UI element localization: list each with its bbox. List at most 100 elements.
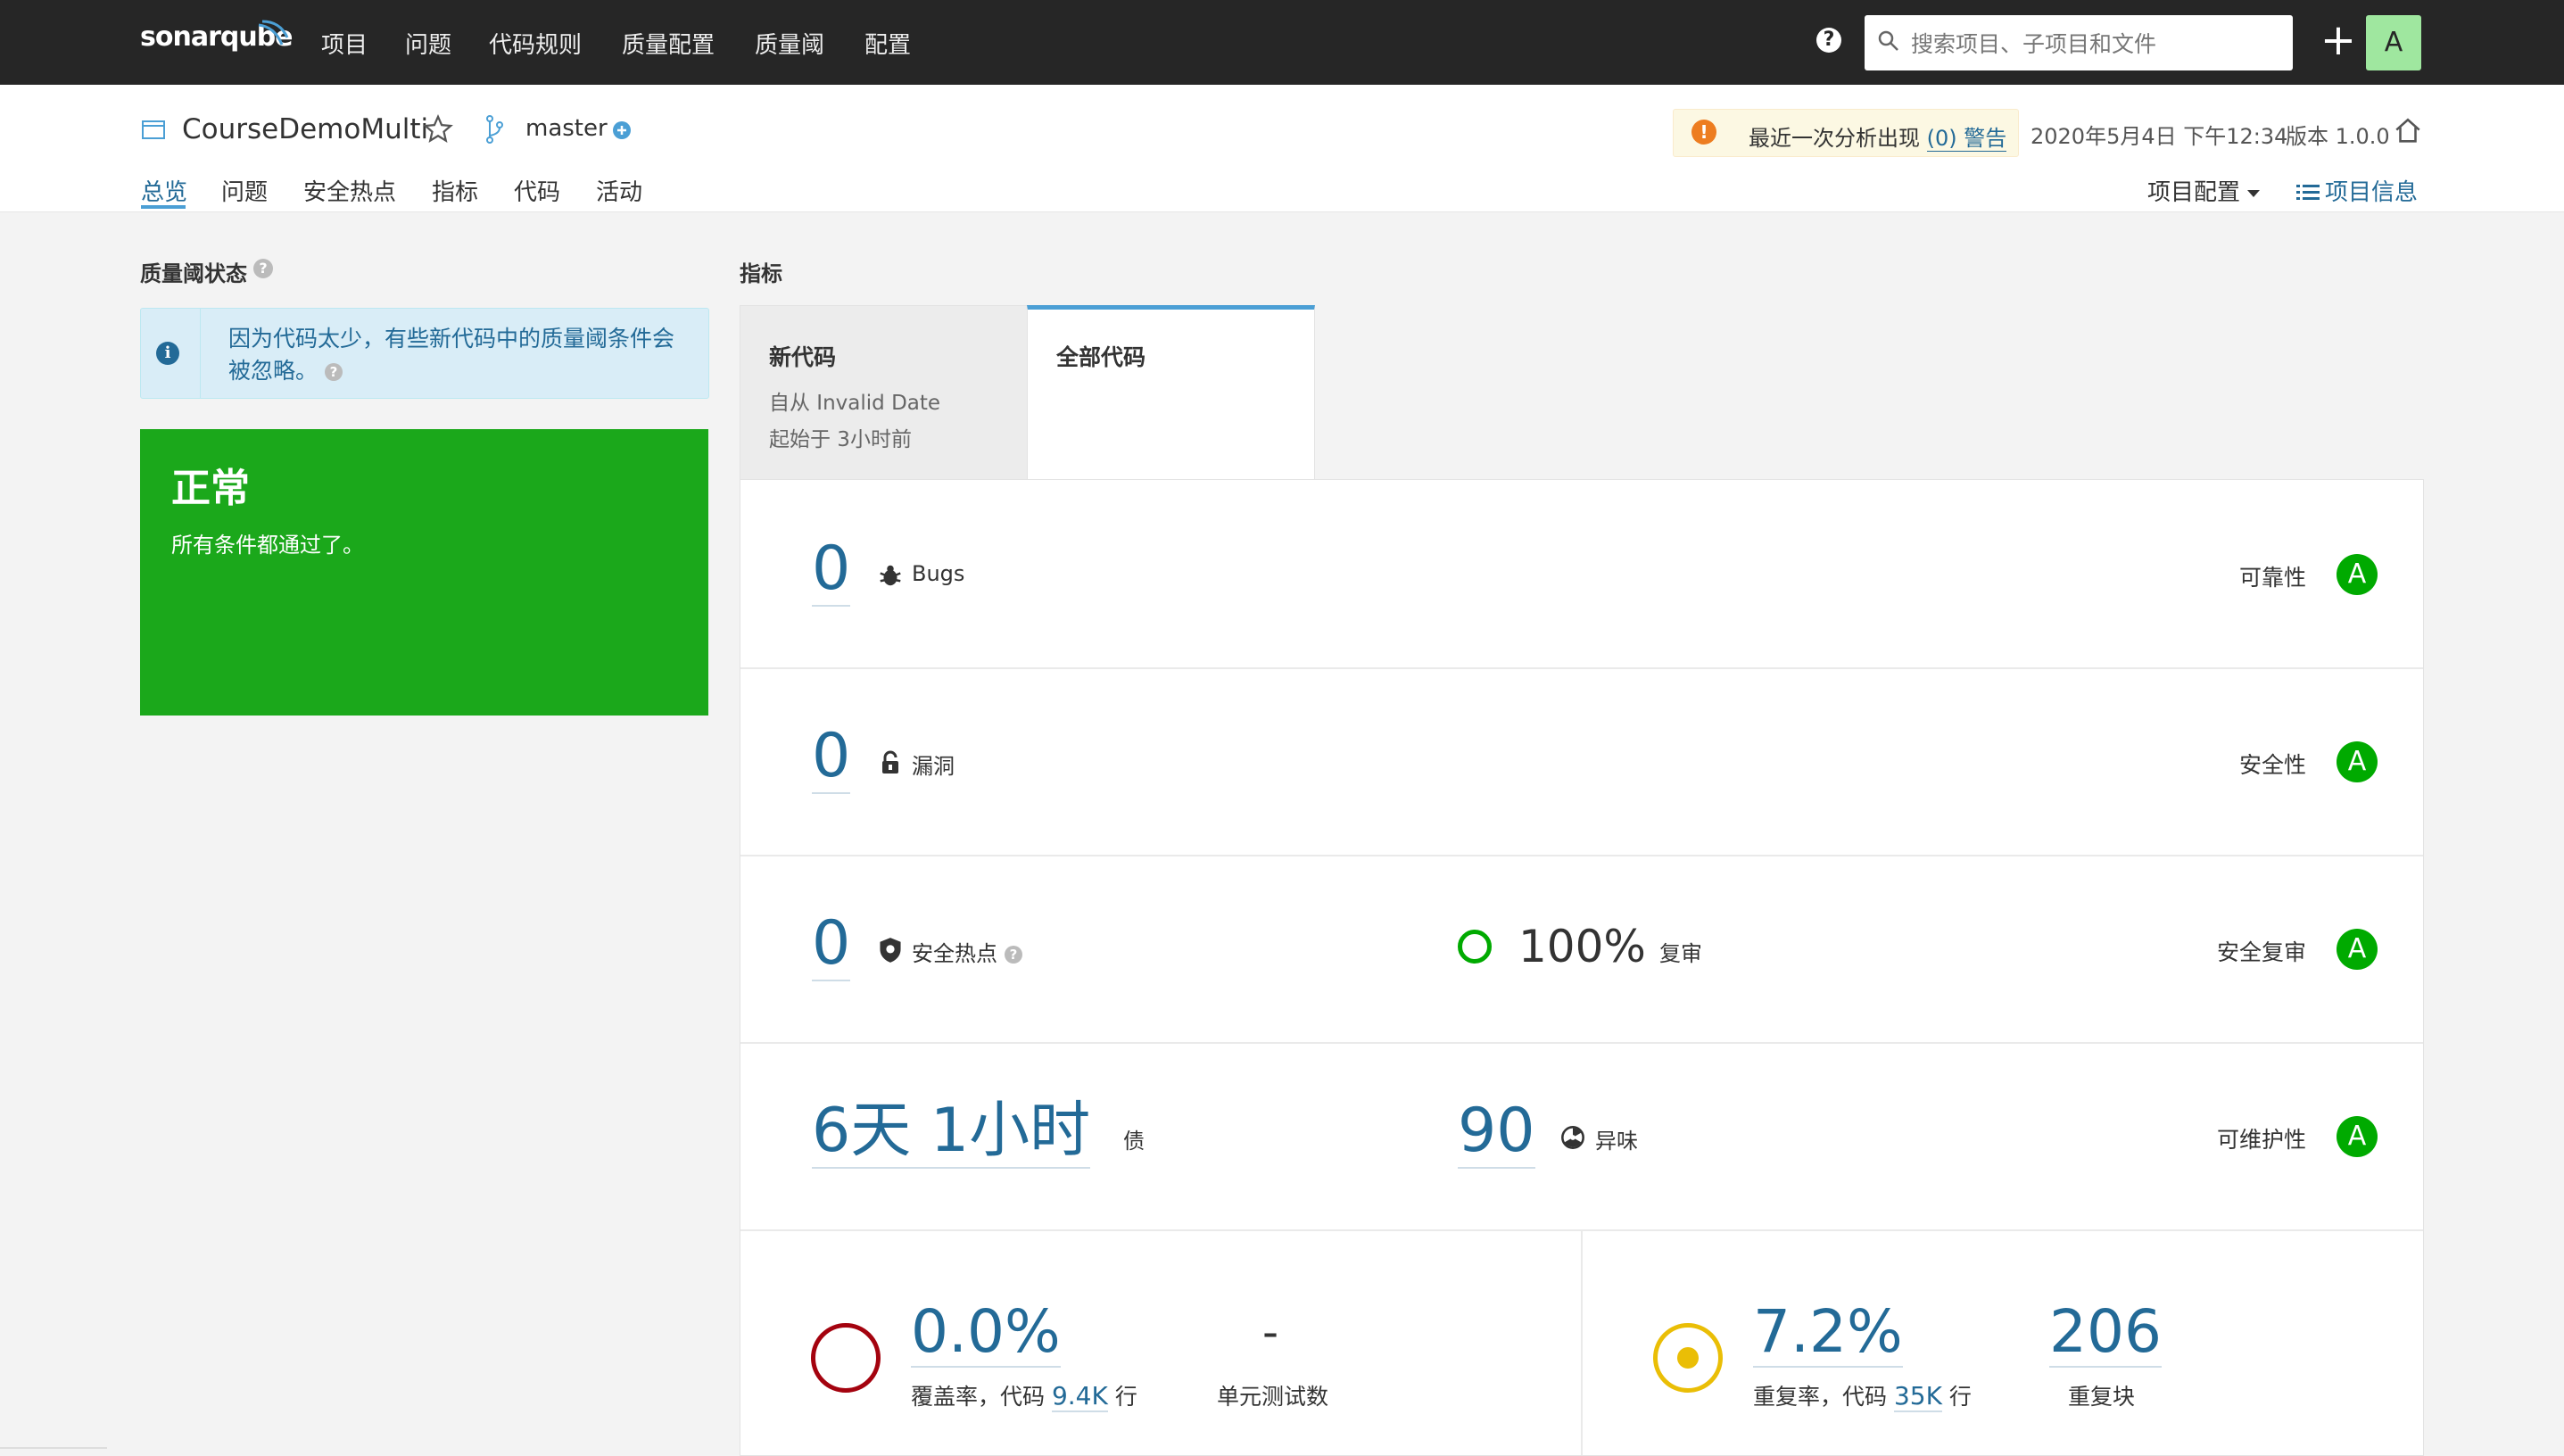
hotspots-count[interactable]: 0 <box>812 908 851 981</box>
create-plus-button[interactable]: + <box>2313 17 2363 67</box>
branch-name[interactable]: master <box>525 115 608 142</box>
technical-debt[interactable]: 6天 1小时 <box>812 1096 1091 1169</box>
favorite-star-icon[interactable] <box>423 114 453 145</box>
info-icon: i <box>156 342 179 365</box>
help-icon[interactable]: ? <box>1816 28 1841 53</box>
hotspots-label-text: 安全热点 <box>912 941 997 966</box>
search-icon <box>1878 30 1898 51</box>
info-message-text: 因为代码太少，有些新代码中的质量阈条件会被忽略。 <box>228 326 675 384</box>
warning-prefix: 最近一次分析出现 <box>1749 126 1920 151</box>
nav-administration[interactable]: 配置 <box>864 27 911 60</box>
project-name[interactable]: CourseDemoMulti <box>182 113 428 145</box>
tab-activity[interactable]: 活动 <box>596 174 642 207</box>
coverage-label: 覆盖率，代码 9.4K 行 <box>911 1379 1137 1412</box>
duplication-dot <box>1677 1347 1699 1369</box>
branch-add-icon[interactable] <box>612 120 632 140</box>
duplicated-blocks-count[interactable]: 206 <box>2049 1298 2162 1368</box>
tab-overview-underline <box>141 205 186 209</box>
maintainability-rating[interactable]: A <box>2337 1116 2378 1157</box>
user-avatar[interactable]: A <box>2366 15 2421 70</box>
unit-tests-label: 单元测试数 <box>1217 1384 1329 1410</box>
tab-measures[interactable]: 指标 <box>432 174 478 207</box>
coverage-label-prefix: 覆盖率，代码 <box>911 1384 1046 1410</box>
info-icon-column: i <box>141 309 201 398</box>
duplication-label-suffix: 行 <box>1948 1384 1972 1410</box>
review-progress-ring <box>1458 930 1492 964</box>
analysis-warning-box: ! 最近一次分析出现 (0) 警告 <box>1673 109 2019 157</box>
duplication-percent[interactable]: 7.2% <box>1753 1298 1903 1368</box>
quality-gate-status: 正常 <box>171 466 250 511</box>
vulnerabilities-label: 漏洞 <box>912 754 955 779</box>
project-info-button[interactable]: 项目信息 <box>2296 174 2418 207</box>
hotspots-row: 0 安全热点? 100% 复审 安全复审 A <box>740 855 2423 1044</box>
tab-new-code-title: 新代码 <box>769 344 837 370</box>
nav-rules[interactable]: 代码规则 <box>489 27 582 60</box>
maintainability-label: 可维护性 <box>2216 1127 2306 1153</box>
maintainability-row: 6天 1小时 债 90 异味 可维护性 A <box>740 1042 2423 1231</box>
warning-text: 最近一次分析出现 (0) 警告 <box>1749 120 2007 152</box>
vulnerabilities-count[interactable]: 0 <box>812 721 851 794</box>
project-settings-dropdown[interactable]: 项目配置 <box>2147 174 2261 207</box>
reviewed-label: 复审 <box>1659 941 1702 966</box>
hotspots-reviewed-percent[interactable]: 100% <box>1518 921 1646 972</box>
bugs-row: 0 Bugs 可靠性 A <box>740 480 2423 669</box>
home-icon[interactable] <box>2393 116 2423 146</box>
project-version: 版本 1.0.0 <box>2286 124 2390 149</box>
quality-gate-status-box: 正常 所有条件都通过了。 <box>140 429 708 716</box>
nav-quality-gates[interactable]: 质量阈 <box>755 27 824 60</box>
quality-gate-info-alert: i 因为代码太少，有些新代码中的质量阈条件会被忽略。? <box>140 308 709 399</box>
vulnerabilities-row: 0 漏洞 安全性 A <box>740 667 2423 856</box>
coverage-percent[interactable]: 0.0% <box>911 1298 1061 1368</box>
nav-quality-profiles[interactable]: 质量配置 <box>622 27 715 60</box>
chevron-down-icon <box>2247 189 2261 197</box>
security-label: 安全性 <box>2238 752 2306 778</box>
duplication-lines-link[interactable]: 35K <box>1893 1381 1942 1412</box>
duplication-ring <box>1653 1323 1723 1393</box>
reliability-rating[interactable]: A <box>2337 554 2378 595</box>
security-review-label: 安全复审 <box>2216 939 2306 965</box>
unit-tests-count: - <box>1262 1306 1279 1358</box>
tab-hotspots[interactable]: 安全热点 <box>303 174 396 207</box>
project-header: CourseDemoMulti master ! 最近一次分析出现 (0) 警告… <box>0 85 2564 212</box>
tab-code[interactable]: 代码 <box>514 174 560 207</box>
warnings-link[interactable]: (0) 警告 <box>1926 126 2007 152</box>
nav-projects[interactable]: 项目 <box>321 27 368 60</box>
duplication-label: 重复率，代码 35K 行 <box>1753 1379 1972 1412</box>
measures-title: 指标 <box>740 261 782 286</box>
info-message: 因为代码太少，有些新代码中的质量阈条件会被忽略。? <box>228 323 692 387</box>
top-navbar: sonarqube 项目 问题 代码规则 质量配置 质量阈 配置 ? + A <box>0 0 2564 85</box>
coverage-ring <box>811 1323 881 1393</box>
debt-label: 债 <box>1123 1129 1145 1154</box>
code-smells-count[interactable]: 90 <box>1458 1096 1535 1169</box>
project-info-label: 项目信息 <box>2325 179 2419 206</box>
new-code-since: 自从 Invalid Date <box>769 392 941 415</box>
security-rating[interactable]: A <box>2337 741 2378 782</box>
footer-line <box>0 1447 107 1449</box>
search-box[interactable] <box>1865 15 2293 70</box>
quality-gate-help-icon[interactable]: ? <box>253 259 273 278</box>
quality-gate-title: 质量阈状态 <box>140 261 247 286</box>
tab-issues[interactable]: 问题 <box>221 174 268 207</box>
code-smell-icon <box>1561 1126 1584 1149</box>
tab-overall-code[interactable]: 全部代码 <box>1027 305 1315 484</box>
coverage-lines-link[interactable]: 9.4K <box>1051 1381 1108 1412</box>
coverage-label-suffix: 行 <box>1114 1384 1137 1410</box>
bugs-count[interactable]: 0 <box>812 534 851 607</box>
search-input[interactable] <box>1909 22 2279 65</box>
info-help-icon[interactable]: ? <box>325 363 343 381</box>
project-icon <box>142 120 165 139</box>
tab-new-code[interactable]: 新代码 自从 Invalid Date 起始于 3小时前 <box>740 305 1029 480</box>
bug-icon <box>880 565 901 586</box>
code-smells-label: 异味 <box>1595 1129 1638 1154</box>
shield-icon <box>880 938 901 963</box>
tab-overview[interactable]: 总览 <box>141 174 187 207</box>
duplication-label-prefix: 重复率，代码 <box>1753 1384 1888 1410</box>
security-review-rating[interactable]: A <box>2337 929 2378 970</box>
quality-gate-status-message: 所有条件都通过了。 <box>171 533 364 558</box>
list-icon <box>2296 185 2320 200</box>
nav-issues[interactable]: 问题 <box>405 27 451 60</box>
reliability-label: 可靠性 <box>2238 565 2306 591</box>
branch-icon <box>486 115 503 144</box>
hotspots-help-icon[interactable]: ? <box>1005 946 1022 964</box>
coverage-duplication-divider <box>1581 1229 1583 1455</box>
